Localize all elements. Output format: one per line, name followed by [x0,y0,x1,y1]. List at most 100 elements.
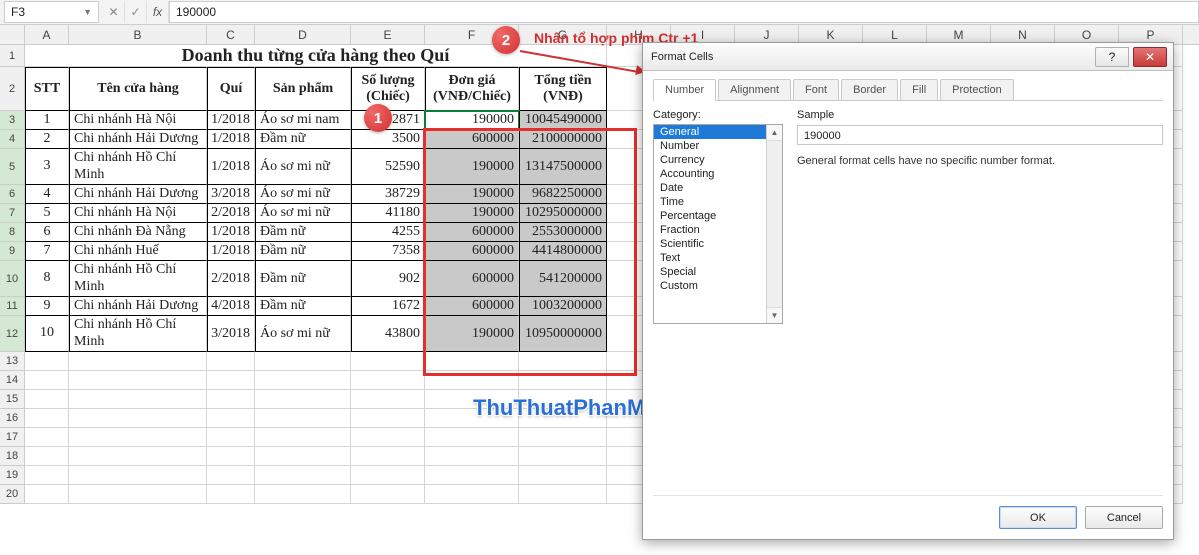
cell[interactable] [207,390,255,409]
cell[interactable] [351,371,425,390]
row-header-13[interactable]: 13 [0,352,25,371]
ok-button[interactable]: OK [999,506,1077,529]
cell-sl[interactable]: 7358 [351,242,425,261]
cell[interactable] [255,409,351,428]
cell[interactable] [519,466,607,485]
row-header-16[interactable]: 16 [0,409,25,428]
cell[interactable] [255,428,351,447]
cell-ten[interactable]: Chi nhánh Hải Dương [69,297,207,316]
cell[interactable] [69,428,207,447]
row-header-2[interactable]: 2 [0,67,25,111]
cell-tongtien[interactable]: 4414800000 [519,242,607,261]
tab-border[interactable]: Border [841,79,898,100]
header-dongia[interactable]: Đơn giá (VNĐ/Chiếc) [425,67,519,111]
row-header-4[interactable]: 4 [0,130,25,149]
cell-dongia[interactable]: 600000 [425,130,519,149]
cell[interactable] [25,352,69,371]
cell-ten[interactable]: Chi nhánh Hà Nội [69,204,207,223]
category-item-currency[interactable]: Currency [654,153,782,167]
scroll-down-icon[interactable]: ▼ [767,307,782,323]
cell[interactable] [519,352,607,371]
category-item-special[interactable]: Special [654,265,782,279]
cell-qui[interactable]: 1/2018 [207,130,255,149]
cell[interactable] [207,428,255,447]
row-header-10[interactable]: 10 [0,261,25,297]
cell-qui[interactable]: 1/2018 [207,149,255,185]
cell-tongtien[interactable]: 2100000000 [519,130,607,149]
cell-sp[interactable]: Áo sơ mi nữ [255,149,351,185]
cell[interactable] [351,428,425,447]
cell[interactable] [25,409,69,428]
row-header-7[interactable]: 7 [0,204,25,223]
cell[interactable] [69,485,207,504]
row-header-5[interactable]: 5 [0,149,25,185]
row-header-9[interactable]: 9 [0,242,25,261]
cell[interactable] [351,409,425,428]
category-item-accounting[interactable]: Accounting [654,167,782,181]
cell[interactable] [255,352,351,371]
row-header-12[interactable]: 12 [0,316,25,352]
scroll-up-icon[interactable]: ▲ [767,125,782,141]
cell-ten[interactable]: Chi nhánh Hải Dương [69,130,207,149]
title-cell[interactable]: Doanh thu từng cửa hàng theo Quí [25,45,607,67]
cell[interactable] [425,352,519,371]
cell[interactable] [69,409,207,428]
cell-sp[interactable]: Áo sơ mi nữ [255,204,351,223]
cell[interactable] [425,485,519,504]
cell-stt[interactable]: 6 [25,223,69,242]
cell-stt[interactable]: 5 [25,204,69,223]
cell-qui[interactable]: 1/2018 [207,223,255,242]
cell-stt[interactable]: 8 [25,261,69,297]
header-soluong[interactable]: Số lượng (Chiếc) [351,67,425,111]
category-list[interactable]: GeneralNumberCurrencyAccountingDateTimeP… [653,124,783,324]
cell-qui[interactable]: 4/2018 [207,297,255,316]
cell[interactable] [207,371,255,390]
cell-sl[interactable]: 3500 [351,130,425,149]
cell[interactable] [69,447,207,466]
cell[interactable] [25,447,69,466]
cell-dongia[interactable]: 600000 [425,261,519,297]
cell-stt[interactable]: 7 [25,242,69,261]
row-header-11[interactable]: 11 [0,297,25,316]
cell[interactable] [519,447,607,466]
cell[interactable] [351,466,425,485]
header-tongtien[interactable]: Tổng tiền (VNĐ) [519,67,607,111]
cell-stt[interactable]: 9 [25,297,69,316]
cell[interactable] [69,466,207,485]
cell-ten[interactable]: Chi nhánh Đà Nẵng [69,223,207,242]
cancel-formula-button[interactable]: ✕ [103,1,125,23]
category-item-scientific[interactable]: Scientific [654,237,782,251]
cell-ten[interactable]: Chi nhánh Hồ Chí Minh [69,149,207,185]
cell-sl[interactable]: 4255 [351,223,425,242]
cell-sl[interactable]: 52590 [351,149,425,185]
cell[interactable] [425,466,519,485]
cell-sp[interactable]: Đầm nữ [255,242,351,261]
cell[interactable] [25,485,69,504]
formula-input[interactable]: 190000 [169,1,1199,23]
tab-alignment[interactable]: Alignment [718,79,791,100]
name-box[interactable]: F3 ▼ [4,1,99,23]
cell-dongia[interactable]: 190000 [425,185,519,204]
row-header-6[interactable]: 6 [0,185,25,204]
cell-qui[interactable]: 1/2018 [207,242,255,261]
cell-ten[interactable]: Chi nhánh Huế [69,242,207,261]
cell-tongtien[interactable]: 10045490000 [519,111,607,130]
header-ten[interactable]: Tên cửa hàng [69,67,207,111]
column-header-B[interactable]: B [69,25,207,44]
cell-dongia[interactable]: 600000 [425,242,519,261]
cell-sp[interactable]: Áo sơ mi nam [255,111,351,130]
dialog-titlebar[interactable]: Format Cells ? ✕ [643,43,1173,71]
cell-qui[interactable]: 1/2018 [207,111,255,130]
tab-font[interactable]: Font [793,79,839,100]
cell[interactable] [207,485,255,504]
cell[interactable] [255,485,351,504]
column-header-C[interactable]: C [207,25,255,44]
cell-qui[interactable]: 3/2018 [207,316,255,352]
cell-ten[interactable]: Chi nhánh Hà Nội [69,111,207,130]
cell-tongtien[interactable]: 9682250000 [519,185,607,204]
cell[interactable] [351,447,425,466]
cell-sp[interactable]: Áo sơ mi nữ [255,316,351,352]
cell-dongia[interactable]: 190000 [425,149,519,185]
cell[interactable] [25,466,69,485]
header-stt[interactable]: STT [25,67,69,111]
